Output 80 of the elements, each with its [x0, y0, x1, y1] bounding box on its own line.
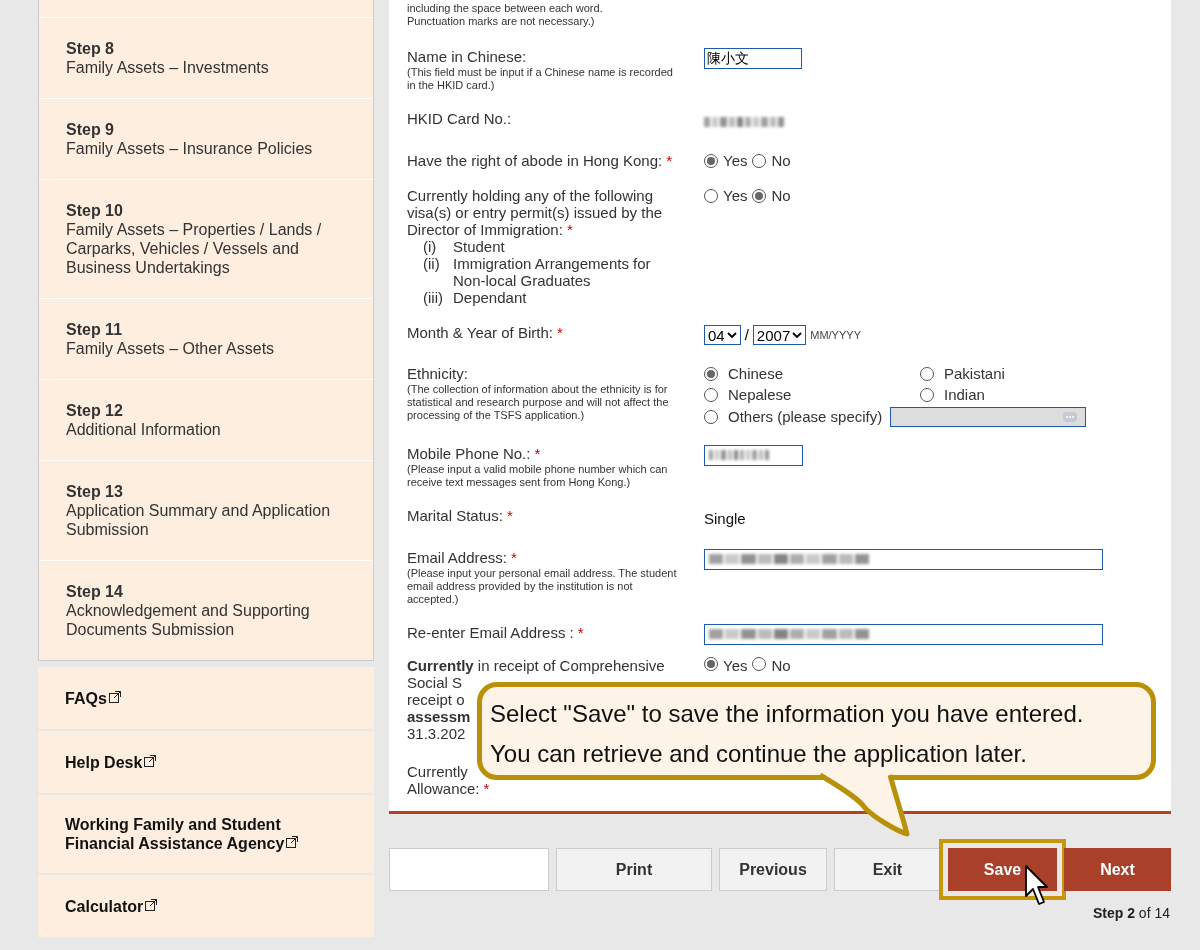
list-item: Student: [453, 238, 505, 255]
date-format-hint: MM/YYYY: [810, 328, 861, 343]
toolbar-button[interactable]: Exit: [834, 848, 941, 891]
field-note: (Please input your personal email address. The student email address provided by the institution is not accepted.): [407, 566, 678, 606]
covered-text: assessm: [407, 707, 471, 725]
field-label: Name in Chinese:: [407, 48, 527, 65]
field-label: Mobile Phone No.: *: [407, 444, 541, 462]
radio-button[interactable]: [704, 153, 718, 168]
list-number: (i): [423, 238, 438, 255]
radio-button[interactable]: [704, 188, 718, 203]
email-field[interactable]: [704, 623, 1103, 645]
more-icon: [1063, 411, 1078, 422]
radio-button[interactable]: [704, 409, 718, 424]
field-label: Currently holding any of the following visa(s) or entry permit(s) issued by the Director of Immigration: *: [407, 187, 663, 238]
radio-label: Yes: [723, 187, 748, 204]
radio-label: No: [771, 152, 791, 169]
covered-text: 31.3.202: [407, 724, 466, 742]
radio-label: Yes: [723, 152, 748, 169]
radio-button[interactable]: [704, 366, 718, 381]
radio-label: No: [771, 187, 791, 204]
date-separator: /: [744, 325, 749, 345]
field-label: HKID Card No.:: [407, 110, 512, 127]
sidebar-step[interactable]: Step 9 Family Assets – Insurance Policies: [39, 99, 373, 180]
radio-label: Others (please specify): [728, 407, 883, 426]
sidebar-step[interactable]: Step 8 Family Assets – Investments: [39, 18, 373, 99]
covered-text: Currently: [407, 762, 468, 780]
radio-button[interactable]: [920, 366, 934, 381]
sidebar-step[interactable]: Step 14 Acknowledgement and Supporting Documents Submission: [39, 561, 373, 660]
covered-text: Currently in receipt of Comprehensive: [407, 656, 665, 674]
radio-label: Yes: [723, 656, 748, 674]
dropdown-caret-icon: [792, 331, 803, 339]
blurred-value: [709, 450, 769, 460]
field-note: (The collection of information about the ethnicity is for statistical and research purpose and will not affect the processing of the TSFS application.): [407, 382, 670, 422]
month-select[interactable]: 04: [704, 325, 741, 346]
radio-button[interactable]: [752, 153, 767, 168]
phone-field[interactable]: [704, 444, 803, 466]
sidebar-step[interactable]: Step 10 Family Assets – Properties / Lands / Carparks, Vehicles / Vessels and Business Undertakings: [39, 180, 373, 299]
field-label: Ethnicity:: [407, 364, 468, 382]
list-item: Dependant: [453, 289, 527, 306]
covered-text: Social S: [407, 673, 463, 691]
sidebar-step[interactable]: Step 13 Application Summary and Application Submission: [39, 461, 373, 561]
external-link-icon: [286, 836, 299, 848]
list-number: (ii): [423, 255, 441, 274]
covered-text: receipt o: [407, 690, 465, 708]
primary-button[interactable]: Next: [1064, 848, 1171, 891]
radio-button[interactable]: [704, 656, 718, 671]
field-label: Email Address: *: [407, 548, 517, 566]
toolbar-button[interactable]: Previous: [719, 848, 827, 891]
radio-button[interactable]: [752, 188, 767, 203]
radio-button[interactable]: [752, 656, 767, 671]
text-field[interactable]: 陳小文: [704, 48, 802, 69]
year-select[interactable]: 2007: [752, 325, 807, 346]
radio-label: No: [771, 656, 791, 674]
field-note: (Please input a valid mobile phone number which can receive text messages sent from Hong Kong.): [407, 462, 669, 489]
covered-text: Allowance: *: [407, 779, 490, 797]
radio-label: Pakistani: [944, 364, 1005, 383]
field-label: Have the right of abode in Hong Kong: *: [407, 152, 673, 169]
radio-label: Indian: [944, 385, 985, 404]
sidebar-step[interactable]: Step 11 Family Assets – Other Assets: [39, 299, 373, 380]
external-link-icon: [144, 754, 157, 767]
field-label: Marital Status: *: [407, 506, 513, 524]
field-value: Single: [704, 509, 746, 527]
email-field[interactable]: [704, 548, 1103, 570]
field-note: (This field must be input if a Chinese name is recorded in the HKID card.): [407, 66, 674, 92]
radio-button[interactable]: [704, 387, 718, 402]
list-item: Immigration Arrangements for Non-local Graduates: [453, 255, 652, 289]
toolbar-button[interactable]: Print: [556, 848, 712, 891]
external-link-icon: [108, 690, 121, 703]
radio-label: Chinese: [728, 364, 784, 383]
dropdown-caret-icon: [726, 331, 737, 339]
external-link-icon: [145, 898, 158, 911]
radio-label: Nepalese: [728, 385, 792, 404]
radio-button[interactable]: [920, 387, 934, 402]
primary-button[interactable]: Save: [948, 848, 1057, 891]
step-indicator: Step 2 of 14: [1092, 904, 1170, 923]
field-label: Re-enter Email Address : *: [407, 623, 584, 641]
field-label: Month & Year of Birth: *: [407, 324, 563, 341]
field-note: including the space between each word. Punctuation marks are not necessary.): [407, 2, 604, 28]
sidebar-step[interactable]: Step 12 Additional Information: [39, 380, 373, 461]
list-number: (iii): [423, 289, 444, 306]
